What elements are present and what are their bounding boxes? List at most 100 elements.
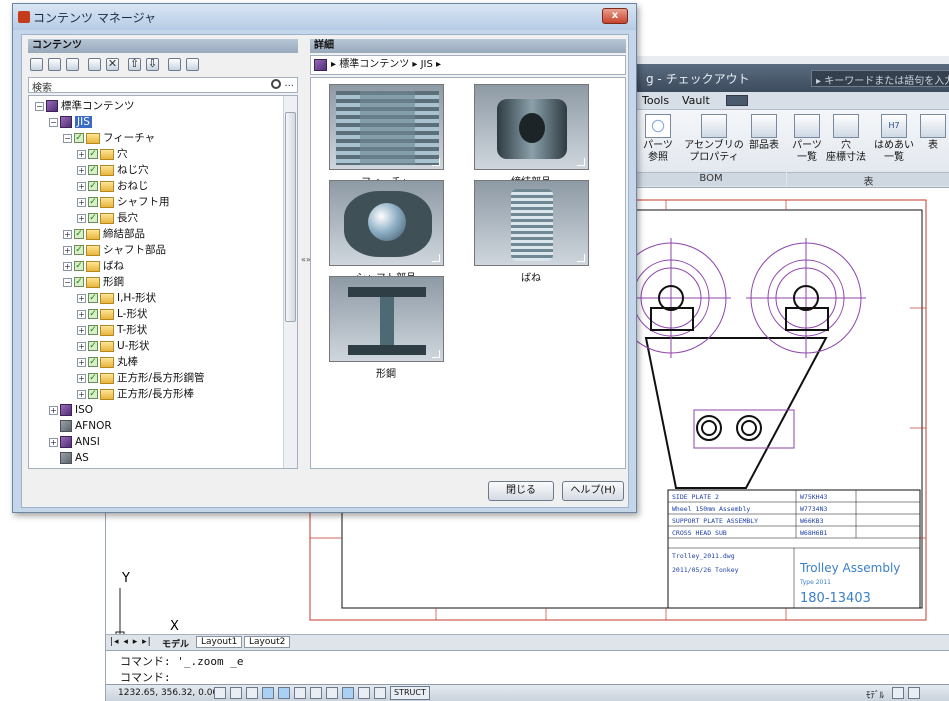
expand-icon[interactable]: +: [77, 213, 86, 223]
checkbox-checked-icon[interactable]: ✓: [74, 133, 84, 143]
library-settings-icon[interactable]: [66, 58, 79, 71]
expand-icon[interactable]: +: [77, 197, 86, 207]
expand-icon[interactable]: +: [77, 165, 86, 175]
tree-node[interactable]: + ✓ おねじ: [77, 178, 149, 194]
command-window[interactable]: コマンド: '_.zoom _e コマンド:: [106, 650, 949, 684]
expand-icon[interactable]: +: [63, 245, 72, 255]
expand-icon[interactable]: +: [49, 405, 58, 415]
dyn-toggle-icon[interactable]: [326, 687, 338, 699]
tree-node[interactable]: − ✓ 形鋼: [63, 274, 124, 290]
checkbox-checked-icon[interactable]: ✓: [74, 245, 84, 255]
cad-search-input[interactable]: ▸ キーワードまたは語句を入力: [811, 70, 949, 87]
menu-vault[interactable]: Vault: [682, 94, 710, 107]
path-breadcrumb[interactable]: ▸ 標準コンテンツ ▸ JIS ▸: [310, 55, 626, 75]
tree-node[interactable]: + ✓ 正方形/長方形棒: [77, 386, 194, 402]
collapse-icon[interactable]: −: [63, 277, 72, 287]
tree-node[interactable]: + ✓ I,H-形状: [77, 290, 156, 306]
checkbox-checked-icon[interactable]: ✓: [88, 341, 98, 351]
ducs-toggle-icon[interactable]: [310, 687, 322, 699]
open-library-icon[interactable]: [48, 58, 61, 71]
expand-icon[interactable]: +: [77, 389, 86, 399]
expand-icon[interactable]: +: [77, 309, 86, 319]
parts-reference-button[interactable]: パーツ 参照: [640, 114, 676, 164]
move-down-icon[interactable]: ⇩: [146, 58, 159, 71]
otrack-toggle-icon[interactable]: [294, 687, 306, 699]
thumbnail-item[interactable]: 形鋼: [321, 276, 451, 380]
tree-scrollbar-thumb[interactable]: [285, 112, 296, 322]
tab-nav-arrows[interactable]: |◂ ◂ ▸ ▸|: [110, 637, 152, 647]
tree-node[interactable]: + ✓ シャフト部品: [63, 242, 166, 258]
tree-scrollbar[interactable]: [283, 96, 297, 468]
menu-tools[interactable]: Tools: [642, 94, 669, 107]
tree-node[interactable]: + ✓ ばね: [63, 258, 124, 274]
tree-node[interactable]: + ✓ T-形状: [77, 322, 147, 338]
lineweight-toggle-icon[interactable]: [342, 687, 354, 699]
osnap-toggle-icon[interactable]: [278, 687, 290, 699]
ortho-toggle-icon[interactable]: [246, 687, 258, 699]
sc-toggle-icon[interactable]: [374, 687, 386, 699]
tree-node[interactable]: AFNOR: [49, 418, 112, 434]
checkbox-checked-icon[interactable]: ✓: [88, 309, 98, 319]
expand-icon[interactable]: +: [49, 437, 58, 447]
checkbox-checked-icon[interactable]: ✓: [88, 389, 98, 399]
edit-icon[interactable]: [88, 58, 101, 71]
tree-node[interactable]: + ✓ L-形状: [77, 306, 147, 322]
checkbox-checked-icon[interactable]: ✓: [88, 325, 98, 335]
layout-view-icon[interactable]: [892, 687, 904, 699]
tree-node[interactable]: + ✓ 丸棒: [77, 354, 138, 370]
layout-icon[interactable]: [168, 58, 181, 71]
expand-icon[interactable]: +: [77, 341, 86, 351]
qat-dropdown-icon[interactable]: [726, 95, 748, 106]
tree-node[interactable]: BSI: [49, 466, 92, 468]
thumbnail-item[interactable]: 締結部品: [466, 84, 596, 188]
tree-node[interactable]: − ✓ フィーチャ: [63, 130, 155, 146]
expand-icon[interactable]: +: [77, 325, 86, 335]
tree-node[interactable]: + ✓ ねじ穴: [77, 162, 149, 178]
tree-node[interactable]: − JIS: [49, 114, 92, 130]
expand-icon[interactable]: +: [77, 357, 86, 367]
tab-layout1[interactable]: Layout1: [196, 636, 243, 648]
grid-toggle-icon[interactable]: [230, 687, 242, 699]
tree-node[interactable]: + ✓ 長穴: [77, 210, 138, 226]
tab-layout2[interactable]: Layout2: [244, 636, 291, 648]
checkbox-checked-icon[interactable]: ✓: [88, 197, 98, 207]
struct-toggle[interactable]: STRUCT: [390, 686, 430, 700]
snap-toggle-icon[interactable]: [214, 687, 226, 699]
tree-node[interactable]: + ✓ 穴: [77, 146, 128, 162]
dialog-close-button[interactable]: x: [602, 8, 628, 24]
dialog-titlebar[interactable]: コンテンツ マネージャ x: [13, 4, 636, 30]
checkbox-checked-icon[interactable]: ✓: [74, 229, 84, 239]
move-up-icon[interactable]: ⇧: [128, 58, 141, 71]
hole-chart-button[interactable]: 穴 座標寸法: [824, 114, 868, 164]
table-button[interactable]: 表: [918, 114, 948, 152]
checkbox-checked-icon[interactable]: ✓: [74, 261, 84, 271]
search-icon[interactable]: [271, 79, 281, 89]
collapse-icon[interactable]: −: [49, 117, 58, 127]
collapse-icon[interactable]: −: [35, 101, 44, 111]
new-library-icon[interactable]: [30, 58, 43, 71]
expand-icon[interactable]: +: [77, 373, 86, 383]
quickview-icon[interactable]: [908, 687, 920, 699]
checkbox-checked-icon[interactable]: ✓: [88, 293, 98, 303]
polar-toggle-icon[interactable]: [262, 687, 274, 699]
checkbox-checked-icon[interactable]: ✓: [88, 373, 98, 383]
expand-icon[interactable]: +: [63, 261, 72, 271]
content-search-input[interactable]: 検索 ...: [28, 77, 298, 94]
checkbox-checked-icon[interactable]: ✓: [88, 357, 98, 367]
qp-toggle-icon[interactable]: [358, 687, 370, 699]
expand-icon[interactable]: +: [77, 181, 86, 191]
model-space-label[interactable]: ﾓﾃﾞﾙ: [866, 688, 884, 701]
delete-icon[interactable]: ✕: [106, 58, 119, 71]
parts-list-button[interactable]: パーツ 一覧: [790, 114, 824, 164]
tree-node[interactable]: + ANSI: [49, 434, 100, 450]
filter-icon[interactable]: [186, 58, 199, 71]
checkbox-checked-icon[interactable]: ✓: [88, 149, 98, 159]
checkbox-checked-icon[interactable]: ✓: [88, 213, 98, 223]
thumbnail-item[interactable]: ばね: [466, 180, 596, 284]
tree-node[interactable]: + ISO: [49, 402, 93, 418]
checkbox-checked-icon[interactable]: ✓: [74, 277, 84, 287]
tree-node[interactable]: + ✓ U-形状: [77, 338, 149, 354]
assembly-properties-button[interactable]: アセンブリの プロパティ: [684, 114, 744, 164]
bom-button[interactable]: 部品表: [746, 114, 782, 152]
tree-node[interactable]: − 標準コンテンツ: [35, 98, 135, 114]
